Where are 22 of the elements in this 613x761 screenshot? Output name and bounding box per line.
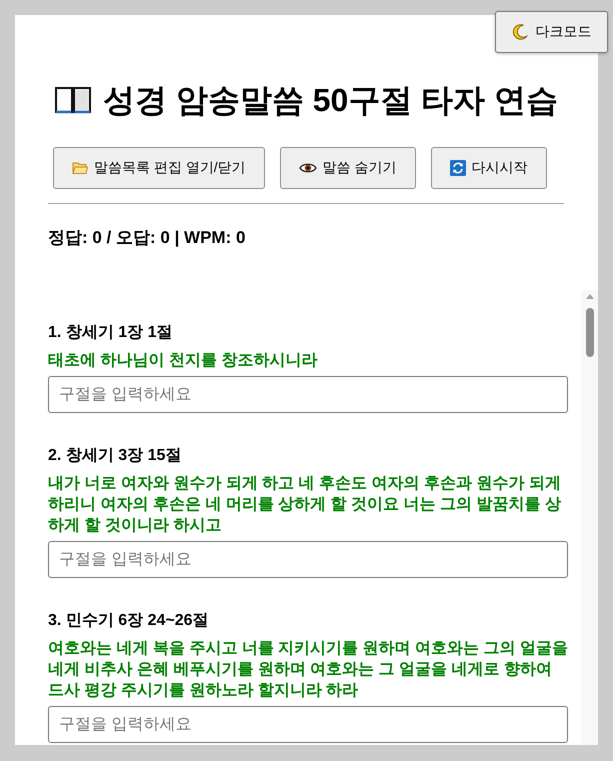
restart-button[interactable]: 다시시작	[430, 147, 547, 189]
verse-text: 여호와는 네게 복을 주시고 너를 지키시기를 원하며 여호와는 그의 얼굴을 네게 비추사 은혜 베푸시기를 원하며 여호와는 그 얼굴을 네게로 향하여 드사 평강 주시기를 원하노라 할지니라 하라	[48, 639, 568, 701]
moon-icon	[512, 24, 528, 40]
score-text: 정답: 0 / 오답: 0 | WPM: 0	[48, 228, 246, 248]
verse-reference: 3. 민수기 6장 24~26절	[48, 611, 210, 631]
edit-list-toggle-button[interactable]: 말씀목록 편집 열기/닫기	[53, 147, 265, 189]
refresh-icon	[450, 160, 466, 176]
verse-input-field[interactable]: 구절을 입력하세요	[48, 706, 568, 743]
verse-text: 태초에 하나님이 천지를 창조하시니라	[48, 351, 318, 371]
folder-icon	[72, 161, 88, 175]
scrollbar-thumb[interactable]	[586, 308, 594, 357]
dark-mode-button[interactable]: 다크모드	[495, 11, 608, 53]
hide-verses-button[interactable]: 말씀 숨기기	[280, 147, 416, 189]
verse-input-field[interactable]: 구절을 입력하세요	[48, 541, 568, 578]
verse-text: 내가 너로 여자와 원수가 되게 하고 네 후손도 여자의 후손과 원수가 되게 하리니 여자의 후손은 네 머리를 상하게 할 것이요 너는 그의 발꿈치를 상하게 할 것이니라 하시고	[48, 474, 562, 536]
verse-reference: 2. 창세기 3장 15절	[48, 446, 182, 466]
verse-reference: 1. 창세기 1장 1절	[48, 323, 174, 343]
eye-icon	[298, 162, 317, 174]
scroll-up-arrow-icon[interactable]	[586, 294, 594, 299]
page-title: 성경 암송말씀 50구절 타자 연습	[102, 81, 558, 120]
open-book-icon	[54, 86, 91, 114]
verse-input-field[interactable]: 구절을 입력하세요	[48, 376, 568, 413]
